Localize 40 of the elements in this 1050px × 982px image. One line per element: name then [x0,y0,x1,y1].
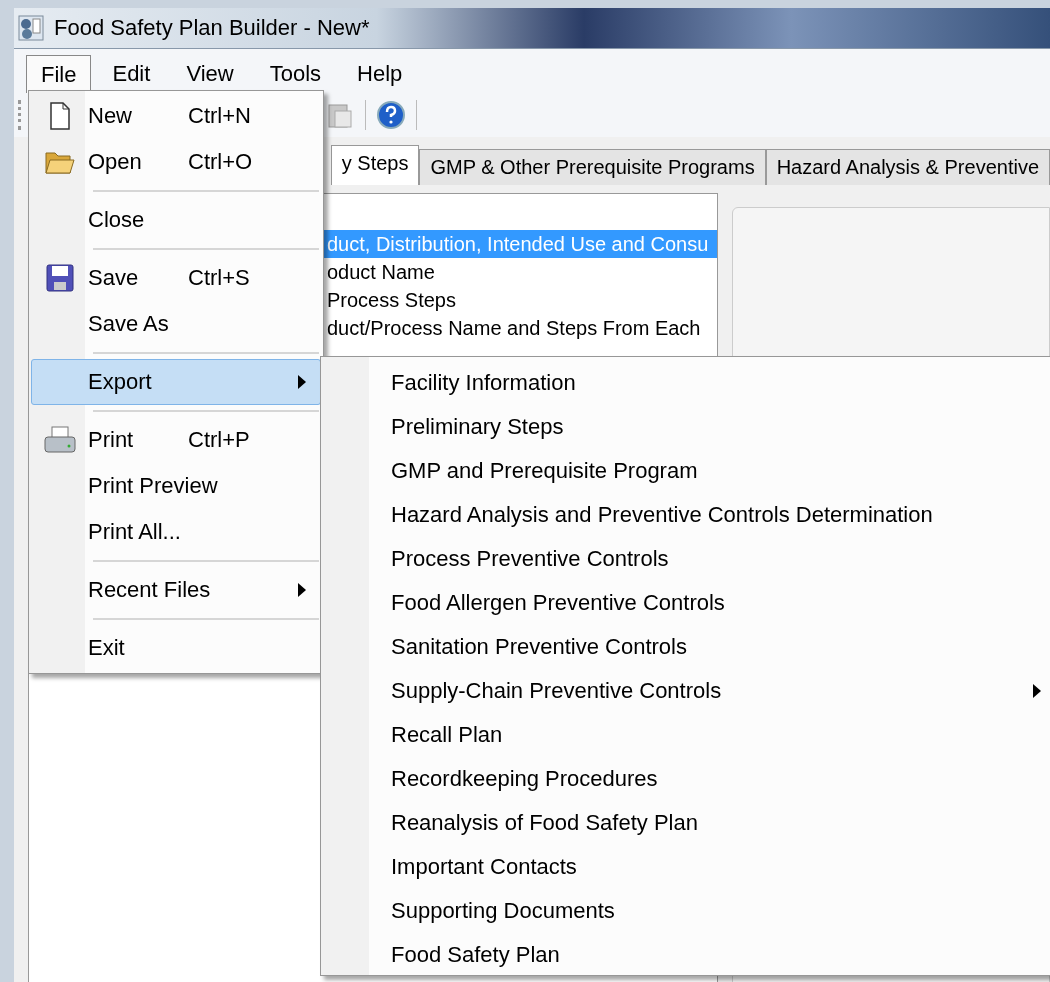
tab[interactable]: GMP & Other Prerequisite Programs [419,149,766,185]
menu-item[interactable]: Recent Files [31,567,321,613]
tab[interactable]: y Steps [330,145,420,185]
menu-item[interactable]: Process Preventive Controls [321,537,1050,581]
menu-item[interactable]: Food Allergen Preventive Controls [321,581,1050,625]
menu-bar-item[interactable]: File [26,55,92,93]
menu-item[interactable]: Food Safety Plan [321,933,1050,977]
document-icon [48,102,72,130]
menu-item[interactable]: Recordkeeping Procedures [321,757,1050,801]
printer-icon [44,426,76,454]
tab[interactable]: Hazard Analysis & Preventive [765,149,1050,185]
menu-item[interactable]: Hazard Analysis and Preventive Controls Determination [321,493,1050,537]
menu-bar-item[interactable]: View [171,55,249,93]
menu-item[interactable]: Important Contacts [321,845,1050,889]
menu-bar-item[interactable]: Help [342,55,418,93]
menu-bar-item[interactable]: Edit [97,55,166,93]
app-icon [18,15,44,41]
folder-icon [45,149,75,175]
submenu-arrow-icon [298,583,306,597]
menu-item[interactable]: Open Ctrl+O [31,139,321,185]
menu-item[interactable]: Supporting Documents [321,889,1050,933]
help-icon[interactable] [376,100,406,130]
menu-item[interactable]: Supply-Chain Preventive Controls [321,669,1050,713]
menu-item[interactable]: Save Ctrl+S [31,255,321,301]
menu-item[interactable]: Facility Information [321,361,1050,405]
menu-bar-item[interactable]: Tools [254,55,337,93]
menu-item[interactable]: Recall Plan [321,713,1050,757]
menu-item[interactable]: GMP and Prerequisite Program [321,449,1050,493]
menu-item[interactable]: Sanitation Preventive Controls [321,625,1050,669]
menu-item[interactable]: Print Preview [31,463,321,509]
menu-item[interactable]: Export [31,359,321,405]
menu-item[interactable]: Exit [31,625,321,671]
submenu-arrow-icon [298,375,306,389]
menu-item[interactable]: Save As [31,301,321,347]
menu-item[interactable]: Reanalysis of Food Safety Plan [321,801,1050,845]
menu-item[interactable]: Print Ctrl+P [31,417,321,463]
submenu-arrow-icon [1033,684,1041,698]
menu-item[interactable]: Preliminary Steps [321,405,1050,449]
menu-item[interactable]: Print All... [31,509,321,555]
window-title: Food Safety Plan Builder - New* [54,15,370,41]
